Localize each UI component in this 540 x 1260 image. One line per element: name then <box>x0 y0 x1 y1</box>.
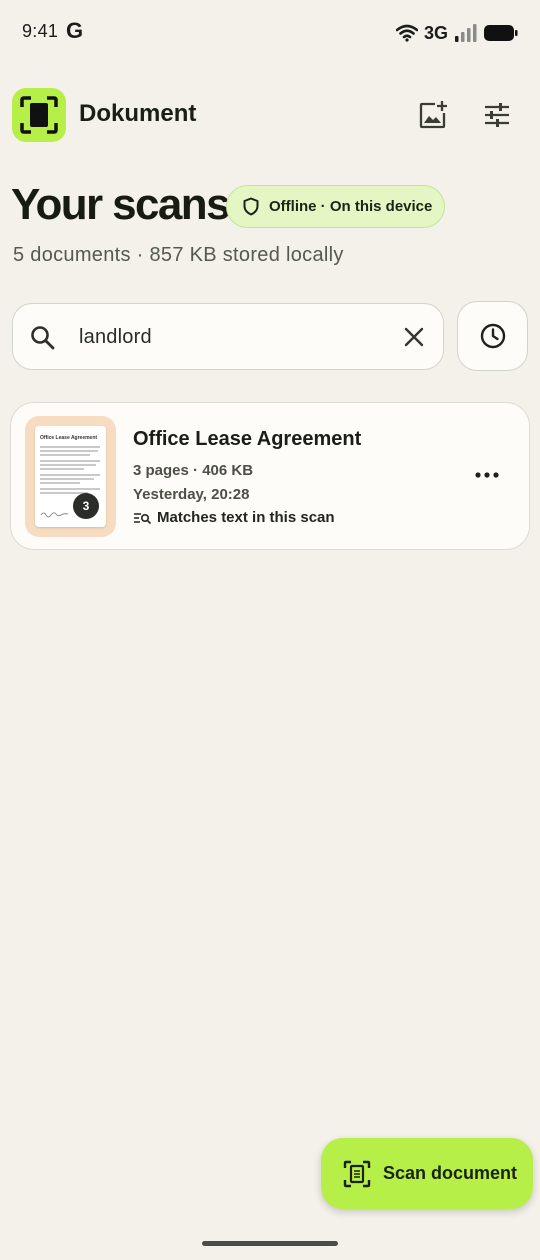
more-options-button[interactable] <box>467 455 507 495</box>
offline-status-label: Offline · On this device <box>269 198 433 215</box>
thumbnail-text-line <box>40 468 84 470</box>
document-scanner-icon <box>343 1160 371 1187</box>
thumbnail-text-line <box>40 482 80 484</box>
wifi-icon <box>395 24 418 42</box>
app-screen: 9:41 G 3G Dokument Your scans Offline · … <box>0 0 540 1260</box>
text-match-label: Matches text in this scan <box>157 509 335 526</box>
shield-icon <box>243 197 259 216</box>
thumbnail-text-line <box>40 460 100 462</box>
scan-document-label: Scan document <box>383 1163 518 1183</box>
google-g-icon: G <box>66 18 84 43</box>
thumbnail-text-line <box>40 488 100 490</box>
document-title: Office Lease Agreement <box>133 428 362 450</box>
add-photo-button[interactable] <box>410 92 456 138</box>
document-date: Yesterday, 20:28 <box>133 486 250 503</box>
search-input[interactable] <box>79 316 389 358</box>
page-count-badge: 3 <box>73 493 99 519</box>
more-horizontal-icon <box>475 472 499 478</box>
page-title: Your scans <box>11 180 231 229</box>
signature-mark <box>40 512 69 518</box>
clock-icon <box>480 323 505 349</box>
search-history-button[interactable] <box>457 301 528 371</box>
tune-settings-icon <box>485 103 509 127</box>
status-time: 9:41 <box>22 21 59 41</box>
battery-icon <box>484 25 518 41</box>
filter-settings-button[interactable] <box>474 92 520 138</box>
app-logo <box>12 88 66 142</box>
app-title: Dokument <box>79 100 197 127</box>
thumbnail-text-line <box>40 474 100 476</box>
add-photo-icon <box>419 101 447 129</box>
text-match-indicator: Matches text in this scan <box>133 509 335 526</box>
search-icon <box>31 326 55 350</box>
home-indicator[interactable] <box>202 1241 338 1246</box>
thumbnail-text-line <box>40 478 94 480</box>
search-bar[interactable] <box>12 303 444 370</box>
offline-status-chip: Offline · On this device <box>226 185 445 228</box>
thumbnail-text-line <box>40 446 100 448</box>
status-bar: 9:41 G 3G <box>0 0 540 66</box>
thumbnail-text-line <box>40 454 90 456</box>
thumbnail-text-line <box>40 464 96 466</box>
document-meta: 3 pages · 406 KB <box>133 462 254 479</box>
scan-document-button[interactable]: Scan document <box>321 1138 533 1209</box>
thumbnail-text-line <box>40 450 98 452</box>
document-thumbnail: Office Lease Agreement 3 <box>25 416 116 537</box>
thumbnail-title: Office Lease Agreement <box>40 435 98 441</box>
document-card[interactable]: Office Lease Agreement 3 Office Lease Ag… <box>10 402 530 550</box>
close-icon <box>404 327 424 347</box>
storage-summary: 5 documents · 857 KB stored locally <box>13 244 344 266</box>
text-search-icon <box>134 512 151 524</box>
status-indicators: 3G <box>395 22 518 44</box>
clear-search-button[interactable] <box>399 322 429 352</box>
document-scanner-icon <box>20 96 58 134</box>
app-bar: Dokument <box>0 86 540 144</box>
network-type-label: 3G <box>423 22 448 43</box>
signal-icon <box>455 24 477 42</box>
